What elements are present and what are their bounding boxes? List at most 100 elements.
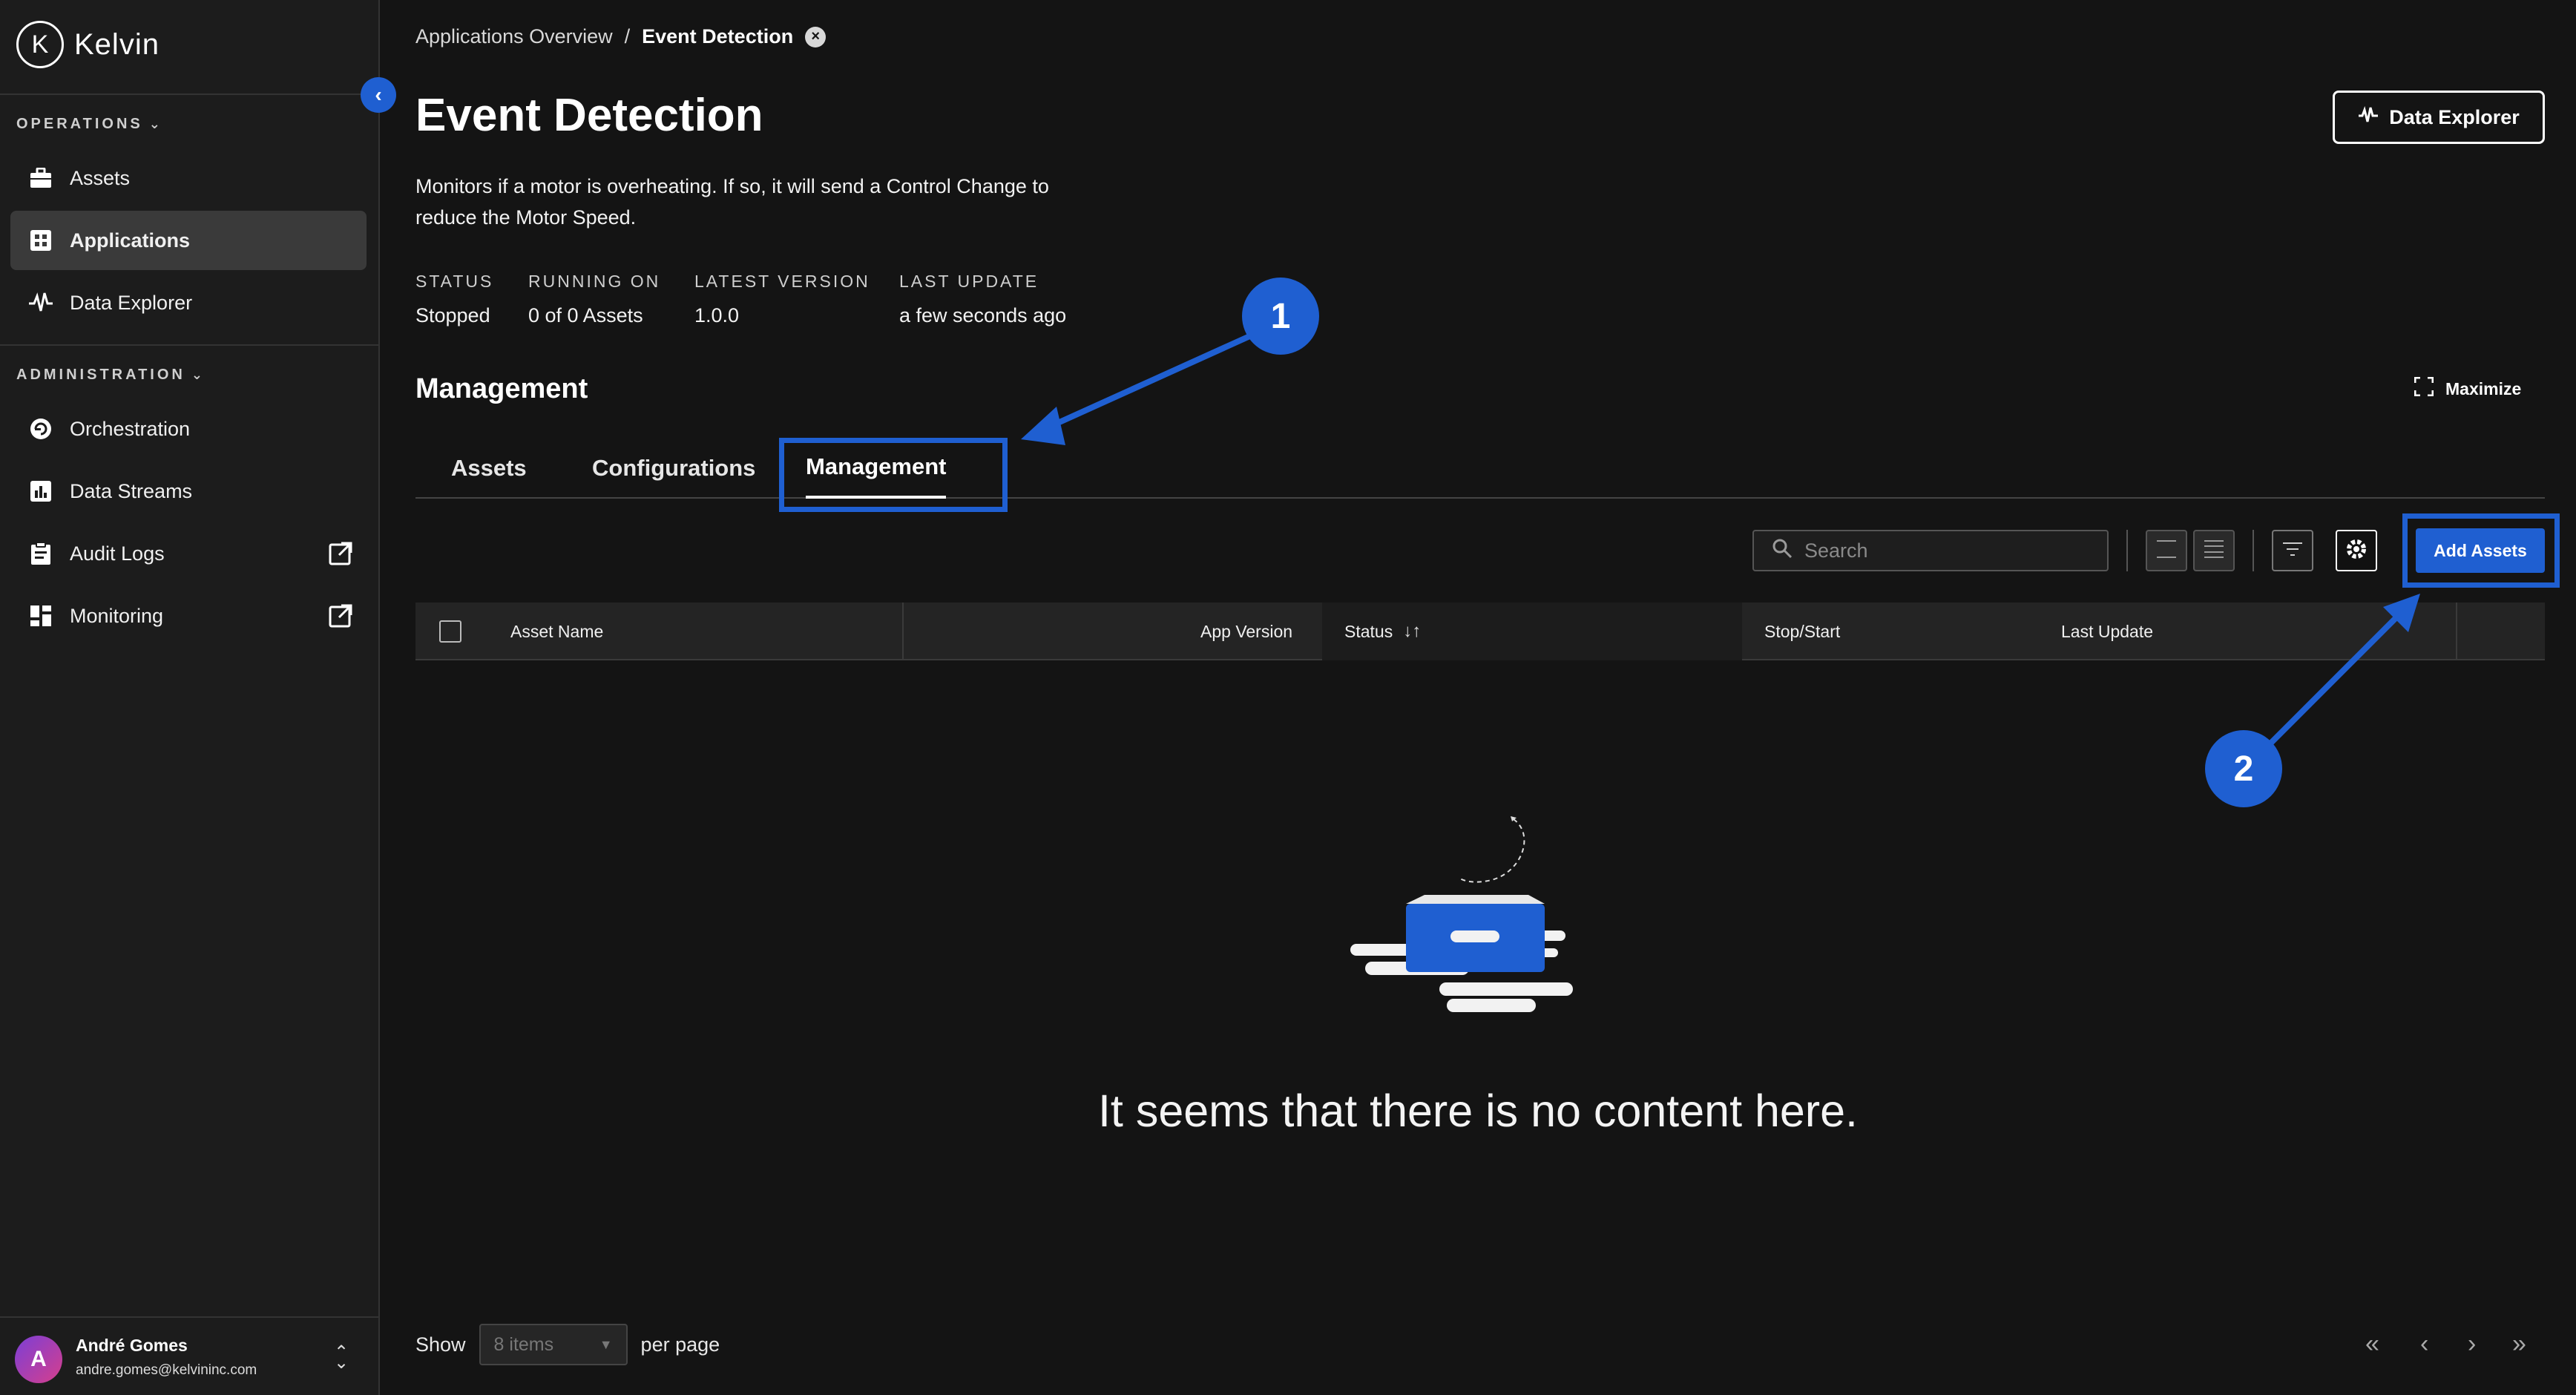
compact-density-button[interactable]: [2146, 530, 2187, 571]
breadcrumb-link-applications-overview[interactable]: Applications Overview: [415, 25, 613, 48]
brand-name: Kelvin: [74, 27, 160, 61]
last-update-label: LAST UPDATE: [899, 272, 1039, 291]
app-description: Monitors if a motor is overheating. If s…: [415, 175, 1049, 229]
search-icon: [1772, 538, 1793, 564]
column-stop-start[interactable]: Stop/Start: [1764, 603, 1840, 660]
next-page-button[interactable]: ›: [2468, 1330, 2476, 1359]
search-input[interactable]: Search: [1752, 530, 2109, 571]
user-menu[interactable]: A André Gomes andre.gomes@kelvininc.com …: [0, 1316, 378, 1395]
briefcase-icon: [28, 165, 53, 191]
page-title: Event Detection: [415, 90, 763, 141]
sidebar-item-label: Applications: [70, 229, 191, 252]
latest-version-label: LATEST VERSION: [694, 272, 870, 291]
operations-section-title: OPERATIONS: [16, 116, 143, 132]
items-per-page-select[interactable]: 8 items ▼: [479, 1324, 628, 1365]
sidebar: K Kelvin OPERATIONS ⌄ Assets Application…: [0, 0, 380, 1395]
sidebar-divider: [0, 93, 378, 95]
user-name: André Gomes: [76, 1336, 188, 1355]
chevron-left-icon: ‹: [375, 83, 382, 106]
toolbar-divider: [2253, 530, 2254, 571]
pagination: Show 8 items ▼ per page: [415, 1324, 720, 1365]
toolbar-divider: [2126, 530, 2128, 571]
pulse-icon: [28, 290, 53, 315]
sidebar-item-data-streams[interactable]: Data Streams: [10, 462, 367, 521]
annotation-arrows: [1021, 328, 2420, 771]
data-explorer-button-label: Data Explorer: [2389, 105, 2520, 128]
sidebar-item-label: Audit Logs: [70, 542, 165, 565]
first-page-button[interactable]: «: [2365, 1330, 2379, 1359]
tab-configurations[interactable]: Configurations: [592, 438, 755, 499]
management-tabs: Assets Configurations Management: [415, 438, 2545, 499]
orchestration-icon: [28, 416, 53, 442]
kelvin-logo[interactable]: K Kelvin: [16, 21, 160, 68]
clipboard-icon: [28, 541, 53, 566]
show-label: Show: [415, 1333, 466, 1356]
last-page-button[interactable]: »: [2512, 1330, 2526, 1359]
sidebar-item-label: Assets: [70, 166, 131, 189]
data-explorer-button[interactable]: Data Explorer: [2333, 91, 2545, 144]
running-on-value: 0 of 0 Assets: [528, 304, 643, 326]
sidebar-item-label: Data Streams: [70, 479, 193, 502]
tab-assets[interactable]: Assets: [451, 438, 527, 499]
status-value: Stopped: [415, 304, 490, 326]
per-page-label: per page: [640, 1333, 720, 1356]
collapse-sidebar-button[interactable]: ‹: [361, 77, 396, 113]
last-update-value: a few seconds ago: [899, 304, 1067, 326]
grid-icon: [28, 228, 53, 253]
comfortable-density-button[interactable]: [2193, 530, 2235, 571]
avatar: A: [15, 1336, 62, 1383]
sidebar-item-orchestration[interactable]: Orchestration: [10, 399, 367, 459]
callout-badge-1: 1: [1242, 278, 1319, 355]
bar-chart-icon: [28, 479, 53, 504]
sidebar-item-label: Orchestration: [70, 417, 191, 440]
column-last-update[interactable]: Last Update: [2061, 603, 2153, 660]
maximize-icon: [2414, 376, 2434, 401]
breadcrumb-separator: /: [624, 25, 631, 47]
empty-state-message: It seems that there is no content here.: [1097, 1086, 1858, 1136]
column-divider: [2456, 603, 2457, 660]
sidebar-item-applications[interactable]: Applications: [10, 211, 367, 270]
close-icon[interactable]: ×: [805, 26, 827, 47]
column-status[interactable]: Status ↓↑: [1322, 603, 1742, 660]
tab-highlight-box: [779, 438, 1008, 512]
gear-icon: [2345, 537, 2368, 565]
previous-page-button[interactable]: ‹: [2420, 1330, 2428, 1359]
status-label: STATUS: [415, 272, 494, 291]
sidebar-item-label: Data Explorer: [70, 291, 193, 314]
table-settings-button[interactable]: [2336, 530, 2377, 571]
empty-box-illustration: [1350, 816, 1573, 1012]
administration-section-title: ADMINISTRATION: [16, 367, 185, 383]
latest-version-value: 1.0.0: [694, 304, 740, 326]
sidebar-item-data-explorer[interactable]: Data Explorer: [10, 273, 367, 332]
column-asset-name[interactable]: Asset Name: [510, 603, 603, 660]
dashboard-icon: [28, 603, 53, 628]
pulse-icon: [2358, 105, 2379, 129]
operations-section-toggle[interactable]: OPERATIONS ⌄: [16, 116, 160, 133]
running-on-label: RUNNING ON: [528, 272, 661, 291]
table-header: Asset Name App Version Status ↓↑ Stop/St…: [415, 603, 2545, 660]
maximize-label: Maximize: [2445, 378, 2522, 398]
maximize-button[interactable]: Maximize: [2414, 376, 2522, 401]
sidebar-item-monitoring[interactable]: Monitoring: [10, 586, 367, 646]
breadcrumb-current: Event Detection: [642, 25, 794, 47]
management-section-title: Management: [415, 373, 588, 404]
breadcrumb: Applications Overview / Event Detection …: [415, 25, 827, 48]
kelvin-logo-icon: K: [16, 21, 64, 68]
filter-button[interactable]: [2272, 530, 2313, 571]
sidebar-divider: [0, 344, 378, 346]
sidebar-item-audit-logs[interactable]: Audit Logs: [10, 524, 367, 583]
select-all-checkbox[interactable]: [439, 620, 461, 643]
callout-badge-2: 2: [2205, 730, 2282, 807]
user-email: andre.gomes@kelvininc.com: [76, 1362, 257, 1378]
column-app-version[interactable]: App Version: [1200, 603, 1292, 660]
column-status-label: Status: [1344, 621, 1393, 641]
caret-down-icon: ▼: [599, 1336, 613, 1352]
chevron-down-icon: ⌄: [191, 367, 203, 382]
administration-section-toggle[interactable]: ADMINISTRATION ⌄: [16, 367, 203, 384]
column-divider: [902, 603, 904, 660]
sidebar-item-label: Monitoring: [70, 604, 164, 627]
items-per-page-value: 8 items: [493, 1333, 554, 1355]
app-window: K Kelvin OPERATIONS ⌄ Assets Application…: [0, 0, 2576, 1395]
sidebar-item-assets[interactable]: Assets: [10, 148, 367, 208]
search-placeholder: Search: [1804, 539, 1868, 562]
